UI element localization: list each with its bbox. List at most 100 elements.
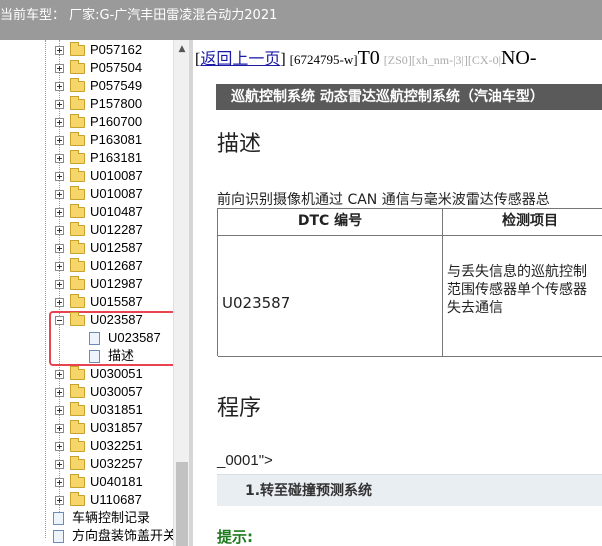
back-link[interactable]: 返回上一页 bbox=[200, 51, 280, 68]
tree-folder-item[interactable]: U015587 bbox=[0, 293, 173, 311]
tree-folder-item[interactable]: P163181 bbox=[0, 149, 173, 167]
tree-folder-item[interactable]: P057549 bbox=[0, 77, 173, 95]
expand-icon[interactable] bbox=[55, 442, 64, 451]
folder-icon bbox=[70, 168, 85, 182]
tree-folder-item[interactable]: U031857 bbox=[0, 419, 173, 437]
expand-icon[interactable] bbox=[55, 244, 64, 253]
folder-icon bbox=[70, 384, 85, 398]
folder-icon bbox=[70, 366, 85, 380]
folder-icon bbox=[70, 96, 85, 110]
folder-icon bbox=[70, 438, 85, 452]
tree-folder-label: U030051 bbox=[90, 366, 143, 381]
expand-icon[interactable] bbox=[55, 190, 64, 199]
folder-icon bbox=[70, 294, 85, 308]
tree-folder-label: U012587 bbox=[90, 240, 143, 255]
tree-folder-label: P157800 bbox=[90, 96, 143, 111]
expand-icon[interactable] bbox=[55, 406, 64, 415]
expand-icon[interactable] bbox=[55, 118, 64, 127]
expand-icon[interactable] bbox=[55, 496, 64, 505]
scroll-up-arrow-icon[interactable]: ▲ bbox=[174, 42, 190, 56]
tree-folder-item[interactable]: U032251 bbox=[0, 437, 173, 455]
table-cell-item-line: 范围传感器单个传感器 bbox=[447, 282, 587, 298]
description-paragraph: 前向识别摄像机通过 CAN 通信与毫米波雷达传感器总 bbox=[217, 192, 550, 208]
expand-icon[interactable] bbox=[55, 478, 64, 487]
tree-folder-item[interactable]: U030051 bbox=[0, 365, 173, 383]
tree-doc-label: U023587 bbox=[108, 330, 161, 345]
folder-icon bbox=[70, 132, 85, 146]
expand-icon[interactable] bbox=[55, 64, 64, 73]
t0-code: T0 bbox=[357, 47, 380, 69]
tree-folder-item[interactable]: P163081 bbox=[0, 131, 173, 149]
expand-icon[interactable] bbox=[55, 226, 64, 235]
table-cell-item-line: 失去通信 bbox=[447, 300, 503, 316]
tree-folder-item[interactable]: U030057 bbox=[0, 383, 173, 401]
expand-icon[interactable] bbox=[55, 262, 64, 271]
expand-icon[interactable] bbox=[55, 154, 64, 163]
folder-icon bbox=[70, 240, 85, 254]
expand-icon[interactable] bbox=[55, 82, 64, 91]
tree-folder-item[interactable]: U010487 bbox=[0, 203, 173, 221]
folder-icon bbox=[70, 78, 85, 92]
doc-id: [6724795-w] bbox=[289, 52, 358, 67]
expand-icon[interactable] bbox=[55, 208, 64, 217]
tree-folder-item[interactable]: U023587 bbox=[0, 311, 173, 329]
tree-folder-item[interactable]: U010087 bbox=[0, 185, 173, 203]
folder-icon bbox=[70, 114, 85, 128]
tree-folder-item[interactable]: U032257 bbox=[0, 455, 173, 473]
tree-doc-label: 描述 bbox=[108, 348, 135, 363]
tree-folder-item[interactable]: U012287 bbox=[0, 221, 173, 239]
expand-icon[interactable] bbox=[55, 388, 64, 397]
expand-icon[interactable] bbox=[55, 460, 64, 469]
content-pane: [返回上一页] [6724795-w]T0 [ZS0][xh_nm-|3|][C… bbox=[193, 40, 602, 546]
expand-icon[interactable] bbox=[55, 280, 64, 289]
folder-icon bbox=[70, 60, 85, 74]
tree-folder-label: P163181 bbox=[90, 150, 143, 165]
tree-doc-item[interactable]: 方向盘装饰盖开关 bbox=[0, 527, 173, 545]
expand-icon[interactable] bbox=[55, 424, 64, 433]
tree-folder-item[interactable]: U012987 bbox=[0, 275, 173, 293]
folder-icon bbox=[70, 186, 85, 200]
tree-folder-label: P057162 bbox=[90, 42, 143, 57]
heading-description: 描述 bbox=[217, 132, 262, 157]
table-cell-item: 与丢失信息的巡航控制 范围传感器单个传感器 失去通信 bbox=[443, 236, 602, 357]
folder-icon bbox=[70, 42, 85, 56]
collapse-icon[interactable] bbox=[55, 316, 64, 325]
tree-folder-label: U110687 bbox=[90, 492, 142, 507]
dtc-tree[interactable]: P057162 P057504 P057549 P157800 P160700 P1630… bbox=[0, 40, 173, 546]
expand-icon[interactable] bbox=[55, 136, 64, 145]
tree-folder-item[interactable]: U012687 bbox=[0, 257, 173, 275]
tree-folder-item[interactable]: U010087 bbox=[0, 167, 173, 185]
grey-codes: [ZS0][xh_nm-|3|][CX-0| bbox=[383, 53, 501, 67]
tree-folder-item[interactable]: U040181 bbox=[0, 473, 173, 491]
section-banner: 巡航控制系统 动态雷达巡航控制系统（汽油车型） bbox=[216, 84, 602, 110]
tree-folder-item[interactable]: P157800 bbox=[0, 95, 173, 113]
table-cell-item-line: 与丢失信息的巡航控制 bbox=[447, 264, 587, 280]
tree-folder-item[interactable]: U012587 bbox=[0, 239, 173, 257]
tree-folder-item[interactable]: P057162 bbox=[0, 41, 173, 59]
tree-doc-item[interactable]: 描述 bbox=[0, 347, 173, 365]
tree-folder-label: U040181 bbox=[90, 474, 143, 489]
tree-doc-item[interactable]: 车辆控制记录 bbox=[0, 509, 173, 527]
folder-icon bbox=[70, 276, 85, 290]
tree-folder-label: P057504 bbox=[90, 60, 143, 75]
tree-folder-item[interactable]: P160700 bbox=[0, 113, 173, 131]
folder-icon bbox=[70, 402, 85, 416]
table-header-dtc: DTC 编号 bbox=[218, 209, 443, 236]
tree-folder-item[interactable]: U110687 bbox=[0, 491, 173, 509]
expand-icon[interactable] bbox=[55, 370, 64, 379]
tree-scrollbar[interactable]: ▲ bbox=[173, 40, 189, 546]
scrollbar-thumb[interactable] bbox=[176, 462, 188, 546]
expand-icon[interactable] bbox=[55, 100, 64, 109]
expand-icon[interactable] bbox=[55, 172, 64, 181]
top-row: [返回上一页] [6724795-w]T0 [ZS0][xh_nm-|3|][C… bbox=[195, 45, 537, 70]
dtc-table: DTC 编号 检测项目 U023587 与丢失信息的巡航控制 范围传感器单个传感… bbox=[217, 208, 602, 357]
folder-icon bbox=[70, 204, 85, 218]
table-header-item: 检测项目 bbox=[443, 209, 602, 236]
tree-folder-item[interactable]: P057504 bbox=[0, 59, 173, 77]
tree-folder-item[interactable]: U031851 bbox=[0, 401, 173, 419]
expand-icon[interactable] bbox=[55, 46, 64, 55]
expand-icon[interactable] bbox=[55, 298, 64, 307]
folder-icon bbox=[70, 474, 85, 488]
tree-doc-item[interactable]: U023587 bbox=[0, 329, 173, 347]
right-bracket: ] bbox=[280, 51, 286, 68]
